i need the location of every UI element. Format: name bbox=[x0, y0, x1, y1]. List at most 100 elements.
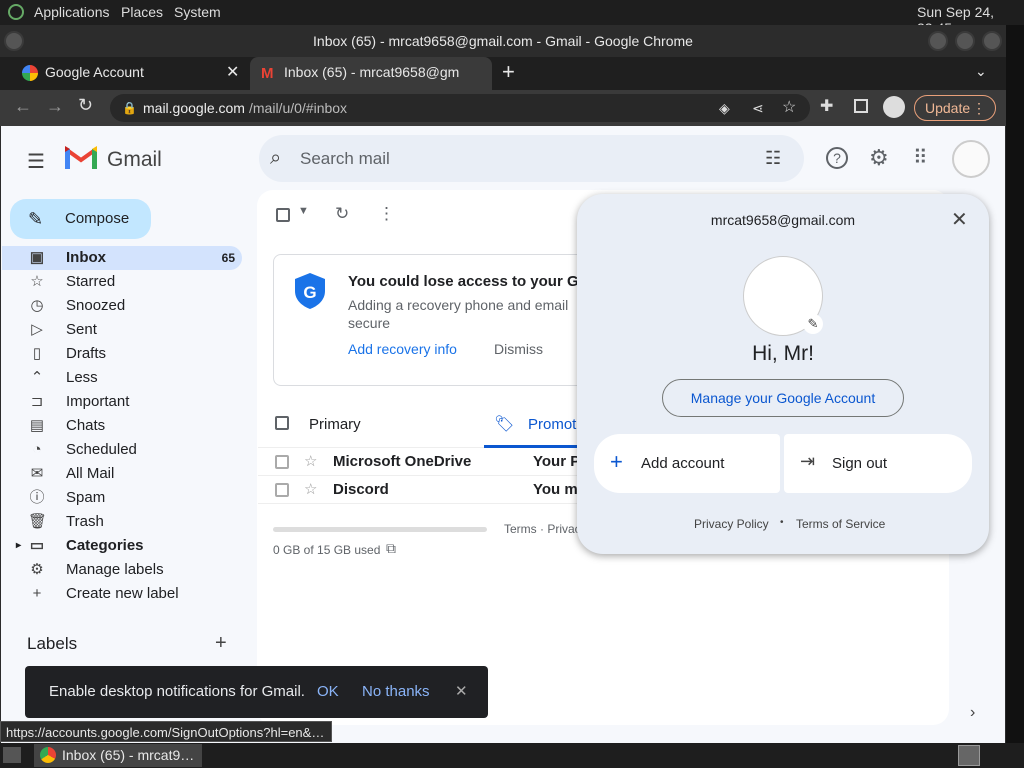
sidebar-item-inbox[interactable]: ▣ Inbox 65 bbox=[2, 246, 242, 270]
places-menu[interactable]: Places bbox=[121, 4, 163, 20]
sign-out-label: Sign out bbox=[832, 455, 888, 472]
sidebar-item-drafts[interactable]: ▯ Drafts bbox=[2, 342, 242, 366]
sidebar-item-label: Starred bbox=[66, 273, 116, 290]
minimize-icon[interactable] bbox=[928, 31, 948, 51]
sidebar-item-snoozed[interactable]: ◷ Snoozed bbox=[2, 294, 242, 318]
tray-chrome-icon[interactable] bbox=[958, 745, 980, 766]
extensions-icon[interactable]: ✚ bbox=[820, 96, 833, 116]
main-menu-icon[interactable]: ☰ bbox=[27, 149, 45, 174]
sidebar-item-important[interactable]: ⊐ Important bbox=[2, 390, 242, 414]
compose-button[interactable]: ✎ Compose bbox=[10, 199, 151, 239]
expand-arrow-icon[interactable]: ▸ bbox=[16, 534, 21, 558]
sidebar-item-all-mail[interactable]: ✉ All Mail bbox=[2, 462, 242, 486]
help-icon[interactable]: ? bbox=[826, 147, 848, 169]
update-button[interactable]: Update ⋮ bbox=[914, 95, 996, 121]
google-shield-icon: G bbox=[295, 273, 325, 309]
tab-google-account[interactable]: Google Account ✕ bbox=[6, 57, 246, 90]
close-window-icon[interactable] bbox=[982, 31, 1002, 51]
maximize-icon[interactable] bbox=[955, 31, 975, 51]
add-recovery-link[interactable]: Add recovery info bbox=[348, 341, 457, 357]
inbox-unread-count: 65 bbox=[221, 251, 235, 265]
applications-menu[interactable]: Applications bbox=[34, 4, 110, 20]
sidebar-item-scheduled[interactable]: ◔ Scheduled bbox=[2, 438, 242, 462]
url-path: /mail/u/0/#inbox bbox=[249, 100, 348, 116]
add-label-icon[interactable]: + bbox=[215, 632, 227, 655]
side-panel-icon[interactable] bbox=[854, 99, 868, 113]
footer-terms[interactable]: Terms · Privac bbox=[504, 522, 581, 536]
tab-promotions[interactable]: Promot bbox=[528, 416, 576, 433]
taskbar-chrome-item[interactable]: Inbox (65) - mrcat9… bbox=[34, 744, 202, 767]
edit-photo-icon[interactable]: ✎ bbox=[803, 314, 823, 334]
select-all-checkbox[interactable] bbox=[276, 208, 290, 222]
back-icon[interactable]: ← bbox=[14, 96, 32, 117]
address-bar[interactable]: 🔒 mail.google.com /mail/u/0/#inbox ◈ ⋖ ☆ bbox=[110, 94, 810, 122]
more-options-icon[interactable]: ⋮ bbox=[378, 204, 395, 224]
star-icon[interactable]: ☆ bbox=[304, 476, 317, 504]
snackbar-no-thanks-button[interactable]: No thanks bbox=[362, 666, 430, 718]
forward-icon[interactable]: → bbox=[46, 96, 64, 117]
star-icon: ☆ bbox=[30, 273, 44, 290]
snackbar-ok-button[interactable]: OK bbox=[317, 666, 339, 718]
sidebar-item-trash[interactable]: 🗑 Trash bbox=[2, 510, 242, 534]
promotions-tag-icon: 🏷 bbox=[494, 416, 515, 433]
sidebar-item-manage-labels[interactable]: ⚙ Manage labels bbox=[2, 558, 242, 582]
row-checkbox[interactable] bbox=[275, 455, 289, 469]
password-icon[interactable]: ◈ bbox=[719, 94, 730, 122]
reload-icon[interactable]: ↻ bbox=[78, 95, 93, 116]
show-desktop-icon[interactable] bbox=[3, 747, 21, 763]
profile-avatar-icon[interactable] bbox=[883, 96, 905, 118]
side-panel-expand-icon[interactable]: › bbox=[970, 704, 975, 722]
sidebar-item-less[interactable]: ⌃ Less bbox=[2, 366, 242, 390]
labels-heading: Labels bbox=[27, 634, 78, 653]
sidebar-item-create-new-label[interactable]: + Create new label bbox=[2, 582, 242, 606]
window-menu-icon[interactable] bbox=[4, 31, 24, 51]
window-title-bar: Inbox (65) - mrcat9658@gmail.com - Gmail… bbox=[0, 25, 1006, 57]
sidebar-item-spam[interactable]: ⓘ Spam bbox=[2, 486, 242, 510]
add-account-button[interactable]: + Add account bbox=[594, 434, 780, 493]
terms-of-service-link[interactable]: Terms of Service bbox=[796, 517, 885, 531]
kebab-icon: ⋮ bbox=[972, 100, 986, 116]
sidebar-item-label: Manage labels bbox=[66, 561, 164, 578]
search-input[interactable]: ⌕ Search mail ☷ bbox=[259, 135, 804, 182]
tab-primary[interactable]: Primary bbox=[309, 416, 361, 433]
refresh-icon[interactable]: ↻ bbox=[335, 204, 349, 224]
new-tab-icon[interactable]: + bbox=[502, 59, 515, 85]
privacy-policy-link[interactable]: Privacy Policy bbox=[694, 517, 769, 531]
tab-gmail-inbox[interactable]: M Inbox (65) - mrcat9658@gma bbox=[250, 57, 492, 90]
open-external-icon[interactable]: ⧉ bbox=[386, 540, 396, 557]
app-menu-icon[interactable] bbox=[8, 4, 24, 20]
trash-icon: 🗑 bbox=[28, 513, 48, 530]
row-checkbox[interactable] bbox=[275, 483, 289, 497]
apps-grid-icon[interactable]: ⠿ bbox=[913, 145, 928, 170]
sign-out-button[interactable]: ⇥ Sign out bbox=[784, 434, 972, 493]
manage-account-button[interactable]: Manage your Google Account bbox=[662, 379, 904, 417]
share-icon[interactable]: ⋖ bbox=[752, 94, 764, 122]
settings-gear-icon[interactable]: ⚙ bbox=[869, 145, 889, 171]
gmail-logo-icon[interactable] bbox=[65, 146, 97, 170]
email-row[interactable]: ☆ Discord You mi bbox=[258, 476, 578, 504]
inbox-icon: ▣ bbox=[29, 249, 45, 266]
sidebar-item-sent[interactable]: ▷ Sent bbox=[2, 318, 242, 342]
email-row[interactable]: ☆ Microsoft OneDrive Your P bbox=[258, 448, 578, 476]
star-icon[interactable]: ☆ bbox=[304, 448, 317, 476]
search-placeholder: Search mail bbox=[300, 149, 390, 168]
account-avatar-icon[interactable] bbox=[952, 140, 990, 178]
close-popup-icon[interactable]: ✕ bbox=[951, 207, 968, 232]
footer-dot: • bbox=[780, 517, 784, 528]
sidebar-item-starred[interactable]: ☆ Starred bbox=[2, 270, 242, 294]
system-menu[interactable]: System bbox=[174, 4, 221, 20]
tab-search-icon[interactable]: ⌄ bbox=[975, 63, 987, 80]
search-options-icon[interactable]: ☷ bbox=[765, 135, 781, 182]
select-dropdown-icon[interactable]: ▼ bbox=[298, 205, 309, 217]
bookmark-star-icon[interactable]: ☆ bbox=[782, 94, 796, 122]
sidebar-item-chats[interactable]: ▤ Chats bbox=[2, 414, 242, 438]
close-tab-icon[interactable]: ✕ bbox=[226, 57, 239, 88]
dismiss-link[interactable]: Dismiss bbox=[494, 341, 543, 357]
lock-icon[interactable]: 🔒 bbox=[122, 94, 137, 122]
draft-icon: ▯ bbox=[32, 345, 42, 362]
snackbar-close-icon[interactable]: ✕ bbox=[455, 666, 468, 718]
tab-label: Google Account bbox=[45, 64, 144, 80]
sidebar-item-categories[interactable]: ▭ Categories ▸ bbox=[2, 534, 242, 558]
search-icon[interactable]: ⌕ bbox=[270, 135, 281, 182]
taskbar-item-label: Inbox (65) - mrcat9… bbox=[62, 747, 195, 763]
